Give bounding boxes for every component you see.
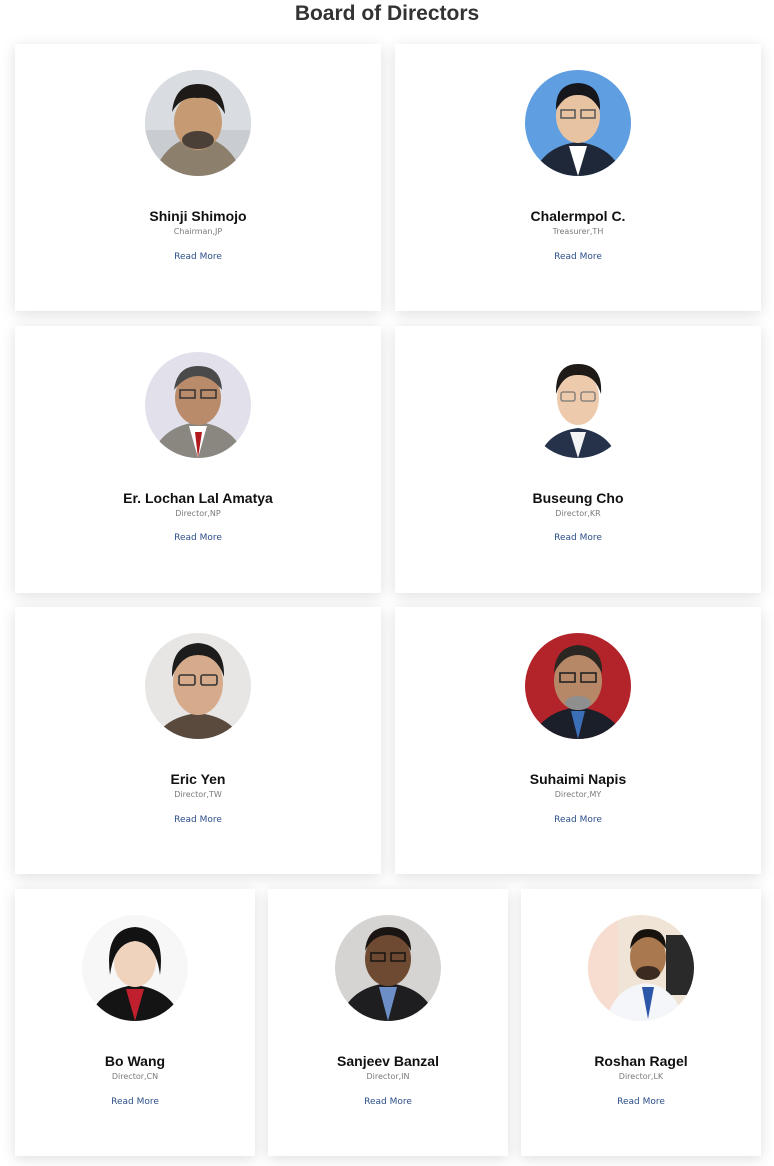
read-more-link[interactable]: Read More [174, 533, 222, 543]
page-title: Board of Directors [294, 2, 480, 25]
director-card: Chalermpol C. Treasurer,TH Read More [395, 44, 761, 311]
director-role: Director,CN [111, 1072, 159, 1081]
director-role: Director,NP [175, 509, 221, 518]
director-photo [82, 915, 188, 1021]
read-more-link[interactable]: Read More [617, 1097, 665, 1107]
director-photo [525, 352, 631, 458]
director-card: Buseung Cho Director,KR Read More [395, 326, 761, 593]
director-name: Chalermpol C. [530, 208, 626, 224]
director-card: Eric Yen Director,TW Read More [15, 607, 381, 874]
director-photo [588, 915, 694, 1021]
director-role: Director,KR [555, 509, 601, 518]
director-photo [145, 70, 251, 176]
read-more-link[interactable]: Read More [554, 815, 602, 825]
read-more-link[interactable]: Read More [554, 252, 602, 262]
director-role: Director,MY [554, 790, 602, 799]
director-photo [525, 70, 631, 176]
director-card: Bo Wang Director,CN Read More [15, 889, 255, 1156]
director-card: Roshan Ragel Director,LK Read More [521, 889, 761, 1156]
director-name: Shinji Shimojo [149, 208, 247, 224]
director-role: Director,IN [366, 1072, 410, 1081]
director-photo [145, 633, 251, 739]
director-card: Er. Lochan Lal Amatya Director,NP Read M… [15, 326, 381, 593]
director-name: Buseung Cho [532, 490, 624, 506]
read-more-link[interactable]: Read More [174, 815, 222, 825]
director-card: Shinji Shimojo Chairman,JP Read More [15, 44, 381, 311]
director-card: Suhaimi Napis Director,MY Read More [395, 607, 761, 874]
director-card: Sanjeev Banzal Director,IN Read More [268, 889, 508, 1156]
director-role: Chairman,JP [173, 227, 223, 236]
director-name: Er. Lochan Lal Amatya [123, 490, 273, 506]
director-role: Director,TW [174, 790, 222, 799]
director-role: Director,LK [618, 1072, 664, 1081]
director-name: Eric Yen [170, 771, 226, 787]
read-more-link[interactable]: Read More [174, 252, 222, 262]
director-name: Suhaimi Napis [529, 771, 627, 787]
director-role: Treasurer,TH [552, 227, 604, 236]
director-name: Bo Wang [104, 1053, 166, 1069]
director-photo [145, 352, 251, 458]
read-more-link[interactable]: Read More [554, 533, 602, 543]
read-more-link[interactable]: Read More [364, 1097, 412, 1107]
director-name: Sanjeev Banzal [337, 1053, 439, 1069]
director-photo [335, 915, 441, 1021]
read-more-link[interactable]: Read More [111, 1097, 159, 1107]
director-name: Roshan Ragel [594, 1053, 688, 1069]
director-photo [525, 633, 631, 739]
